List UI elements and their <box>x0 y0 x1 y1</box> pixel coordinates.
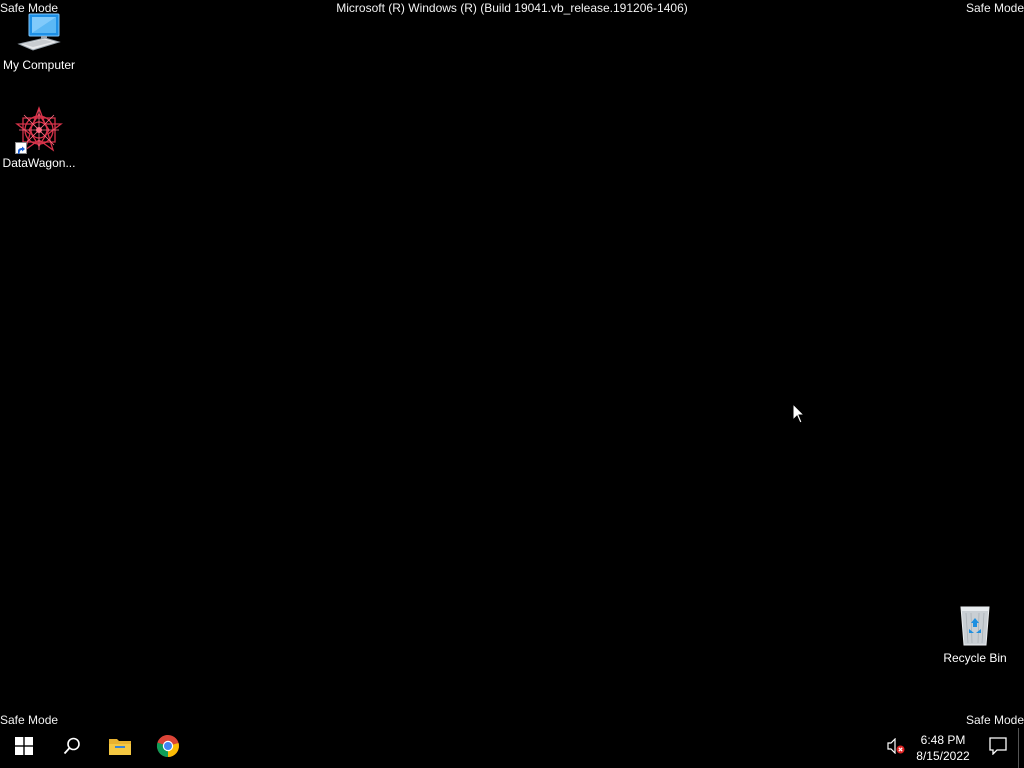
action-center-button[interactable] <box>978 728 1018 768</box>
search-button[interactable] <box>48 728 96 768</box>
desktop-icon-recycle-bin[interactable]: Recycle Bin <box>936 601 1014 665</box>
chrome-icon <box>156 734 180 763</box>
taskbar: 6:48 PM 8/15/2022 <box>0 728 1024 768</box>
desktop-icon-datawagon[interactable]: DataWagon... <box>0 106 78 170</box>
recycle-bin-icon <box>951 601 999 649</box>
desktop[interactable]: Safe Mode Safe Mode Microsoft (R) Window… <box>0 0 1024 728</box>
windows-start-icon <box>15 736 33 760</box>
build-info-text: Microsoft (R) Windows (R) (Build 19041.v… <box>336 1 688 15</box>
datawagon-app-icon <box>15 106 63 154</box>
taskbar-clock[interactable]: 6:48 PM 8/15/2022 <box>908 728 978 768</box>
shortcut-arrow-icon <box>15 142 27 154</box>
show-desktop-button[interactable] <box>1018 728 1024 768</box>
desktop-icon-my-computer[interactable]: My Computer <box>0 8 78 72</box>
search-icon <box>63 737 81 760</box>
volume-muted-icon <box>887 737 905 759</box>
desktop-icon-label: Recycle Bin <box>943 651 1007 665</box>
clock-time: 6:48 PM <box>920 733 966 747</box>
safe-mode-label-bottom-left: Safe Mode <box>0 713 59 727</box>
computer-icon <box>15 8 63 56</box>
volume-button[interactable] <box>884 728 908 768</box>
file-explorer-button[interactable] <box>96 728 144 768</box>
start-button[interactable] <box>0 728 48 768</box>
safe-mode-label-bottom-right: Safe Mode <box>965 713 1024 727</box>
clock-date: 8/15/2022 <box>916 749 970 763</box>
mouse-cursor-icon <box>792 402 806 425</box>
desktop-icon-label: My Computer <box>2 58 76 72</box>
chrome-button[interactable] <box>144 728 192 768</box>
action-center-icon <box>989 736 1007 760</box>
desktop-icon-label: DataWagon... <box>2 156 76 170</box>
folder-icon <box>108 736 132 761</box>
